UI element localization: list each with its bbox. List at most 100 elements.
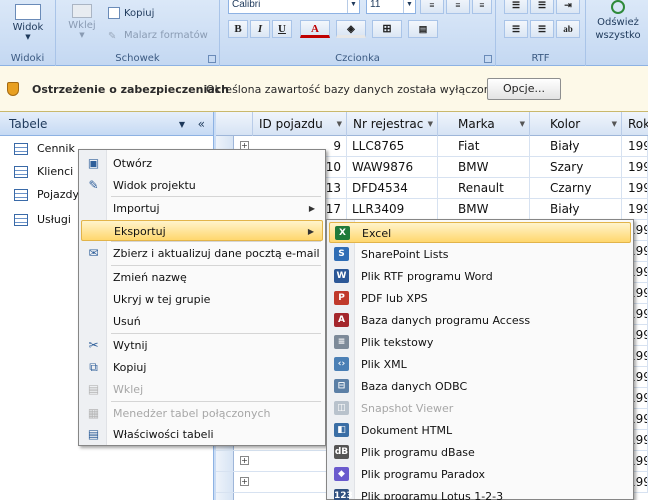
chevron-down-icon[interactable]: ▼ xyxy=(403,0,415,13)
refresh-icon xyxy=(611,0,625,14)
export-item-word[interactable]: W Plik RTF programu Word xyxy=(329,266,631,287)
paste-button[interactable]: Wklej ▼ xyxy=(62,4,102,39)
table-cell[interactable]: DFD4534 xyxy=(347,178,438,199)
table-cell[interactable]: LLR3409 xyxy=(347,199,438,220)
table-cell[interactable]: 199 xyxy=(622,178,648,199)
table-cell[interactable]: LLC8765 xyxy=(347,136,438,157)
security-message-bar: Ostrzeżenie o zabezpieczeniach Określona… xyxy=(0,66,648,112)
select-all-corner[interactable] xyxy=(216,112,253,136)
column-header-id[interactable]: ID pojazdu ▼ xyxy=(253,112,347,136)
align-center-button[interactable]: ≡ xyxy=(446,0,470,14)
export-item-html[interactable]: ◧ Dokument HTML xyxy=(329,420,631,441)
dialog-launcher-icon[interactable] xyxy=(208,55,216,63)
nav-item-klienci[interactable]: Klienci xyxy=(14,162,73,182)
decrease-indent-icon: ☰ xyxy=(511,24,521,34)
table-cell[interactable]: Szary xyxy=(530,157,622,178)
export-item-xml[interactable]: ‹› Plik XML xyxy=(329,354,631,375)
menu-item-importuj[interactable]: Importuj ▶ xyxy=(81,198,323,219)
chevron-down-icon[interactable]: ▼ xyxy=(520,112,525,136)
align-left-button[interactable]: ≡ xyxy=(420,0,444,14)
chevron-down-icon[interactable]: ▼ xyxy=(428,112,433,136)
export-item-lotus[interactable]: 123 Plik programu Lotus 1-2-3 xyxy=(329,486,631,500)
bold-button[interactable]: B xyxy=(228,20,248,38)
nav-item-uslugi[interactable]: Usługi xyxy=(14,210,71,230)
fill-color-button[interactable]: ◈ xyxy=(336,20,366,38)
export-item-snapshot[interactable]: ◫ Snapshot Viewer xyxy=(329,398,631,419)
refresh-all-button[interactable]: Odśwież wszystko xyxy=(588,0,648,42)
paint-bucket-icon: ◈ xyxy=(347,24,355,35)
menu-item-wytnij[interactable]: ✂ Wytnij xyxy=(81,335,323,356)
font-name-combo[interactable]: Calibri ▼ xyxy=(228,0,360,14)
table-cell[interactable]: WAW9876 xyxy=(347,157,438,178)
increase-indent-button[interactable]: ☰ xyxy=(530,20,554,38)
font-color-button[interactable]: A xyxy=(300,20,330,38)
table-cell[interactable]: 199 xyxy=(622,157,648,178)
table-cell[interactable]: Czarny xyxy=(530,178,622,199)
menu-item-ukryj-w-tej-grupie[interactable]: Ukryj w tej grupie xyxy=(81,289,323,310)
align-right-icon: ≡ xyxy=(479,0,485,10)
collapse-pane-icon[interactable]: « xyxy=(198,117,205,131)
paradox-icon: ◆ xyxy=(334,467,349,481)
column-header-nr-rejestracyjny[interactable]: Nr rejestrac ▼ xyxy=(347,112,438,136)
font-size-combo[interactable]: 11 ▼ xyxy=(366,0,416,14)
menu-item-zmien-nazwe[interactable]: Zmień nazwę xyxy=(81,267,323,288)
menu-item-wlasciwosci-tabeli[interactable]: ▤ Właściwości tabeli xyxy=(81,424,323,445)
chevron-down-icon[interactable]: ▼ xyxy=(347,0,359,13)
nav-title: Tabele xyxy=(9,117,48,131)
menu-item-widok-projektu[interactable]: ✎ Widok projektu xyxy=(81,175,323,196)
menu-item-kopiuj[interactable]: ⧉ Kopiuj xyxy=(81,357,323,378)
column-header-marka[interactable]: Marka ▼ xyxy=(438,112,530,136)
column-header-rok[interactable]: Rok xyxy=(622,112,648,136)
export-item-sharepoint[interactable]: S SharePoint Lists xyxy=(329,244,631,265)
nav-item-pojazdy[interactable]: Pojazdy xyxy=(14,185,79,205)
dialog-launcher-icon[interactable] xyxy=(484,55,492,63)
nav-item-cennik[interactable]: Cennik xyxy=(14,139,75,159)
menu-item-eksportuj[interactable]: Eksportuj ▶ xyxy=(81,220,323,241)
chevron-down-icon[interactable]: ▼ xyxy=(612,112,617,136)
table-cell[interactable]: BMW xyxy=(438,157,530,178)
export-item-text-file[interactable]: ≡ Plik tekstowy xyxy=(329,332,631,353)
export-item-paradox[interactable]: ◆ Plik programu Paradox xyxy=(329,464,631,485)
copy-button[interactable]: Kopiuj xyxy=(108,6,154,22)
expand-subdatasheet-icon[interactable]: + xyxy=(240,456,249,465)
menu-item-zbierz-i-aktualizuj-dane-poczta-e-mail[interactable]: ✉ Zbierz i aktualizuj dane pocztą e-mail xyxy=(81,243,323,264)
chevron-down-icon[interactable]: ▼ xyxy=(179,120,185,129)
indent-button[interactable]: ⇥ xyxy=(556,0,580,14)
underline-button[interactable]: U xyxy=(272,20,292,38)
menu-item-usun[interactable]: Usuń xyxy=(81,311,323,332)
column-header-kolor[interactable]: Kolor ▼ xyxy=(530,112,622,136)
export-item-pdf[interactable]: P PDF lub XPS xyxy=(329,288,631,309)
export-item-odbc[interactable]: ⊟ Baza danych ODBC xyxy=(329,376,631,397)
highlight-button[interactable]: ab xyxy=(556,20,580,38)
table-cell[interactable]: Biały xyxy=(530,199,622,220)
expand-subdatasheet-icon[interactable]: + xyxy=(240,477,249,486)
export-item-dbase[interactable]: dB Plik programu dBase xyxy=(329,442,631,463)
view-button[interactable]: Widok ▼ xyxy=(6,4,50,41)
odbc-icon: ⊟ xyxy=(334,379,349,393)
italic-button[interactable]: I xyxy=(250,20,270,38)
menu-item-otworz[interactable]: ▣ Otwórz xyxy=(81,153,323,174)
table-cell[interactable]: Renault xyxy=(438,178,530,199)
bullets-button[interactable]: ☰ xyxy=(504,0,528,14)
table-cell[interactable]: Biały xyxy=(530,136,622,157)
options-button[interactable]: Opcje... xyxy=(487,78,561,100)
nav-header[interactable]: Tabele ▼ « xyxy=(0,112,213,136)
gridlines-button[interactable]: ⊞ xyxy=(372,20,402,38)
format-painter-button[interactable]: ✎ Malarz formatów xyxy=(108,28,208,44)
export-item-excel[interactable]: X Excel xyxy=(329,222,631,243)
table-cell[interactable]: 199 xyxy=(622,136,648,157)
datasheet-header: ID pojazdu ▼ Nr rejestrac ▼ Marka ▼ Kolor ▼ … xyxy=(216,112,648,136)
align-right-button[interactable]: ≡ xyxy=(472,0,492,14)
table-cell[interactable]: BMW xyxy=(438,199,530,220)
decrease-indent-button[interactable]: ☰ xyxy=(504,20,528,38)
chevron-down-icon[interactable]: ▼ xyxy=(337,112,342,136)
menu-item-label: Usuń xyxy=(113,315,141,328)
table-cell[interactable]: Fiat xyxy=(438,136,530,157)
numbering-button[interactable]: ☰ xyxy=(530,0,554,14)
menu-item-menedzer-tabel-polaczonych[interactable]: ▦ Menedżer tabel połączonych xyxy=(81,403,323,424)
table-cell[interactable]: 199 xyxy=(622,199,648,220)
export-item-label: SharePoint Lists xyxy=(361,248,449,261)
alternate-fill-button[interactable]: ▤ xyxy=(408,20,438,38)
menu-item-wklej[interactable]: ▤ Wklej xyxy=(81,379,323,400)
export-item-access[interactable]: A Baza danych programu Access xyxy=(329,310,631,331)
